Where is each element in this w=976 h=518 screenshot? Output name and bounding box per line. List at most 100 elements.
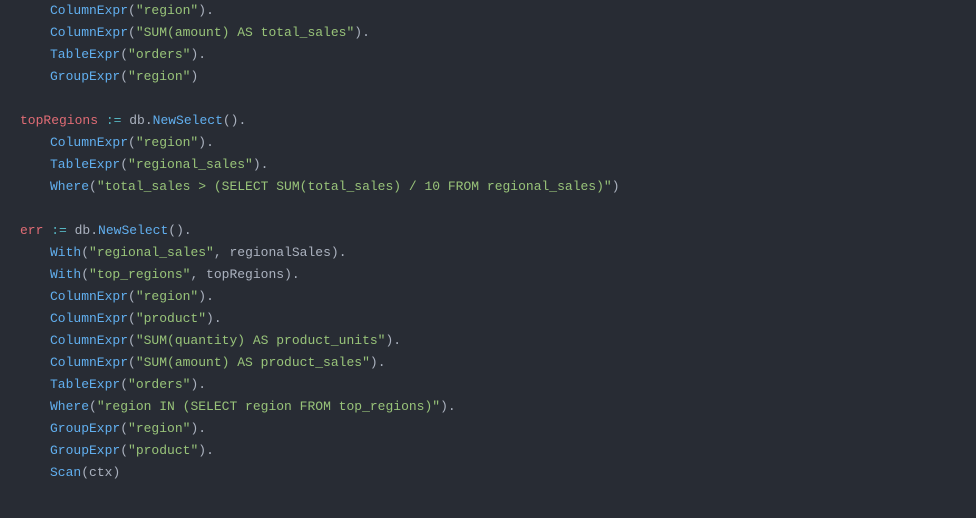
token-string: "product" xyxy=(128,443,198,458)
token-string: "region" xyxy=(128,69,190,84)
token-method: GroupExpr xyxy=(50,421,120,436)
token-method: Where xyxy=(50,399,89,414)
token-dot: . xyxy=(206,135,214,150)
token-string: "SUM(quantity) AS product_units" xyxy=(136,333,386,348)
token-paren: ) xyxy=(206,311,214,326)
token-method: ColumnExpr xyxy=(50,135,128,150)
token-string: "region" xyxy=(136,135,198,150)
token-paren: ( xyxy=(120,377,128,392)
code-line[interactable]: TableExpr("regional_sales"). xyxy=(20,154,976,176)
token-paren: ( xyxy=(120,443,128,458)
token-string: "region" xyxy=(136,3,198,18)
token-var: db xyxy=(121,113,144,128)
token-ident: err xyxy=(20,223,43,238)
token-method: ColumnExpr xyxy=(50,311,128,326)
token-paren: ( xyxy=(128,3,136,18)
token-method: TableExpr xyxy=(50,377,120,392)
code-block[interactable]: ColumnExpr("region").ColumnExpr("SUM(amo… xyxy=(20,0,976,484)
token-paren: ) xyxy=(370,355,378,370)
token-op: := xyxy=(106,113,122,128)
token-dot: . xyxy=(261,157,269,172)
code-line[interactable] xyxy=(20,88,976,110)
token-paren: ( xyxy=(89,399,97,414)
token-paren: ( xyxy=(120,157,128,172)
code-line[interactable]: ColumnExpr("region"). xyxy=(20,132,976,154)
token-paren: ) xyxy=(253,157,261,172)
token-dot: . xyxy=(206,443,214,458)
token-method: GroupExpr xyxy=(50,443,120,458)
code-line[interactable]: TableExpr("orders"). xyxy=(20,374,976,396)
token-paren: ) xyxy=(354,25,362,40)
token-method: TableExpr xyxy=(50,157,120,172)
token-dot: . xyxy=(198,421,206,436)
token-paren: ) xyxy=(198,3,206,18)
token-op: := xyxy=(51,223,67,238)
token-paren: ) xyxy=(190,69,198,84)
code-line[interactable] xyxy=(20,198,976,220)
token-string: "regional_sales" xyxy=(89,245,214,260)
token-dot: . xyxy=(238,113,246,128)
token-paren: ) xyxy=(284,267,292,282)
token-method: GroupExpr xyxy=(50,69,120,84)
token-paren: ( xyxy=(89,179,97,194)
token-paren: ( xyxy=(81,245,89,260)
code-line[interactable]: ColumnExpr("SUM(amount) AS total_sales")… xyxy=(20,22,976,44)
code-line[interactable]: Where("region IN (SELECT region FROM top… xyxy=(20,396,976,418)
token-string: "region" xyxy=(128,421,190,436)
token-paren: ( xyxy=(128,289,136,304)
token-dot: . xyxy=(198,377,206,392)
code-line[interactable]: Scan(ctx) xyxy=(20,462,976,484)
code-line[interactable]: With("top_regions", topRegions). xyxy=(20,264,976,286)
token-string: "region" xyxy=(136,289,198,304)
token-paren: () xyxy=(223,113,239,128)
code-line[interactable]: ColumnExpr("SUM(amount) AS product_sales… xyxy=(20,352,976,374)
token-var: db xyxy=(67,223,90,238)
token-paren: ( xyxy=(120,69,128,84)
token-dot: . xyxy=(206,289,214,304)
token-var: , topRegions xyxy=(190,267,284,282)
token-paren: ) xyxy=(198,135,206,150)
token-var xyxy=(98,113,106,128)
token-method: Scan xyxy=(50,465,81,480)
token-dot: . xyxy=(198,47,206,62)
token-paren: ) xyxy=(440,399,448,414)
token-var: , regionalSales xyxy=(214,245,331,260)
token-method: ColumnExpr xyxy=(50,3,128,18)
token-dot: . xyxy=(362,25,370,40)
token-method: NewSelect xyxy=(98,223,168,238)
token-method: ColumnExpr xyxy=(50,25,128,40)
token-paren: ( xyxy=(128,135,136,150)
token-method: ColumnExpr xyxy=(50,333,128,348)
token-paren: ) xyxy=(112,465,120,480)
token-string: "regional_sales" xyxy=(128,157,253,172)
token-paren: ( xyxy=(81,267,89,282)
token-dot: . xyxy=(448,399,456,414)
code-line[interactable]: ColumnExpr("SUM(quantity) AS product_uni… xyxy=(20,330,976,352)
token-dot: . xyxy=(184,223,192,238)
token-method: ColumnExpr xyxy=(50,289,128,304)
token-paren: ) xyxy=(198,289,206,304)
code-line[interactable]: err := db.NewSelect(). xyxy=(20,220,976,242)
token-paren: ( xyxy=(81,465,89,480)
code-line[interactable]: ColumnExpr("product"). xyxy=(20,308,976,330)
code-line[interactable]: ColumnExpr("region"). xyxy=(20,286,976,308)
token-string: "orders" xyxy=(128,377,190,392)
code-line[interactable]: With("regional_sales", regionalSales). xyxy=(20,242,976,264)
token-dot: . xyxy=(292,267,300,282)
token-dot: . xyxy=(393,333,401,348)
token-paren: ) xyxy=(198,443,206,458)
token-paren: ( xyxy=(128,25,136,40)
token-string: "region IN (SELECT region FROM top_regio… xyxy=(97,399,440,414)
code-line[interactable]: GroupExpr("region") xyxy=(20,66,976,88)
code-line[interactable]: Where("total_sales > (SELECT SUM(total_s… xyxy=(20,176,976,198)
code-line[interactable]: ColumnExpr("region"). xyxy=(20,0,976,22)
token-string: "total_sales > (SELECT SUM(total_sales) … xyxy=(97,179,612,194)
code-line[interactable]: GroupExpr("product"). xyxy=(20,440,976,462)
token-paren: ( xyxy=(128,355,136,370)
token-paren: ) xyxy=(612,179,620,194)
code-line[interactable]: GroupExpr("region"). xyxy=(20,418,976,440)
token-ident: topRegions xyxy=(20,113,98,128)
code-line[interactable]: TableExpr("orders"). xyxy=(20,44,976,66)
token-method: ColumnExpr xyxy=(50,355,128,370)
code-line[interactable]: topRegions := db.NewSelect(). xyxy=(20,110,976,132)
